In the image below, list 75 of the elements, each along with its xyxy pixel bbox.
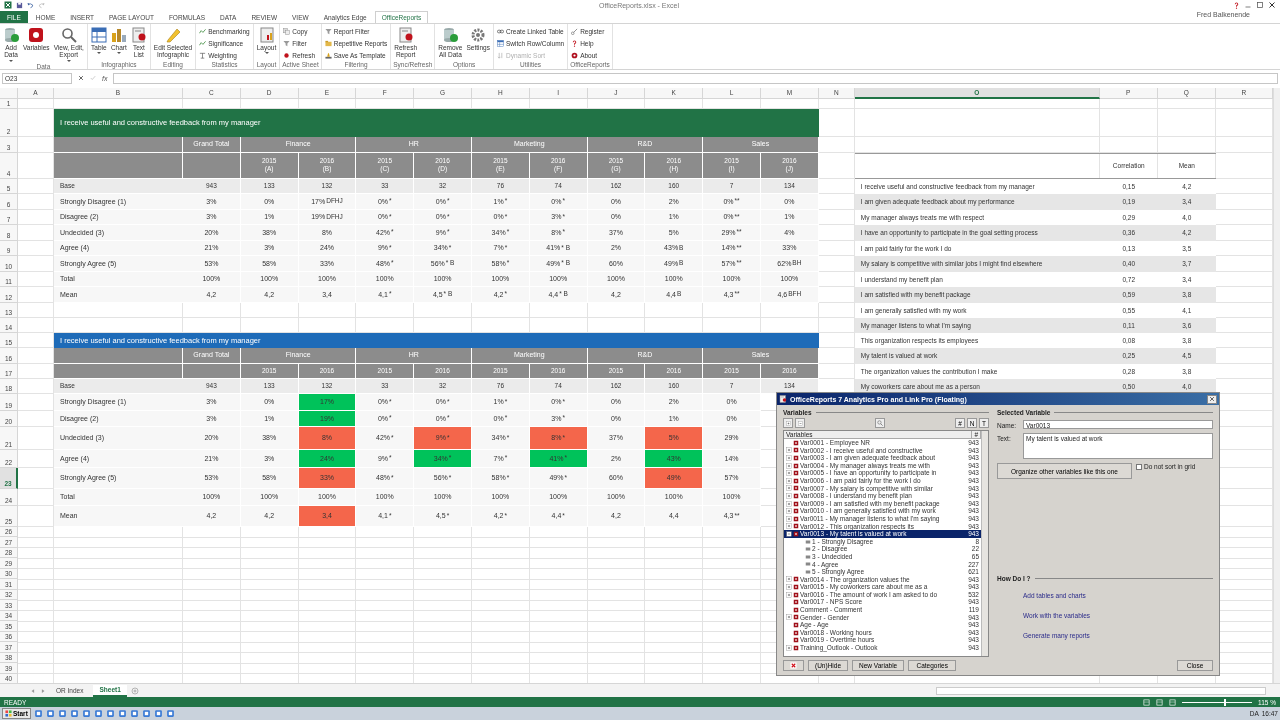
- database-icon: [442, 26, 459, 43]
- dot-icon: [283, 51, 291, 59]
- gear-icon: [470, 26, 487, 43]
- pencil-icon: [165, 26, 181, 43]
- plus-box-icon: [786, 614, 792, 621]
- help-icon: [1233, 2, 1240, 9]
- undo-icon: [27, 2, 34, 9]
- funnel-icon: [283, 39, 291, 47]
- app-icon: [45, 709, 55, 719]
- app-icon: [165, 709, 175, 719]
- scrollbar[interactable]: [1272, 87, 1280, 684]
- check-icon: [90, 75, 96, 82]
- scroll-right-icon: [40, 687, 46, 694]
- minus-box-icon: [797, 420, 803, 426]
- folder-icon: [324, 39, 332, 47]
- stamp-icon: [324, 51, 332, 59]
- redo-icon: [38, 2, 45, 9]
- sort-icon: [497, 51, 504, 59]
- collapse-all-button[interactable]: [795, 418, 805, 428]
- expand-all-button[interactable]: [783, 418, 793, 428]
- app-icon: [153, 709, 163, 719]
- view-break-icon: [1169, 698, 1177, 706]
- caret-icon: [66, 59, 71, 62]
- scroll-left-icon: [30, 687, 36, 694]
- copy-icon: [283, 27, 291, 35]
- plus-box-icon: [785, 420, 791, 426]
- delete-button[interactable]: [783, 660, 804, 671]
- close-icon: [1268, 1, 1276, 10]
- table-icon: [90, 26, 107, 43]
- caret-icon: [96, 52, 101, 55]
- link-icon: [497, 27, 504, 35]
- bar-chart-icon: [110, 26, 127, 43]
- plus-box-icon: [786, 644, 792, 651]
- app-icon: [33, 709, 43, 719]
- close-button[interactable]: [1207, 394, 1217, 404]
- app-icon: [129, 709, 139, 719]
- scrollbar[interactable]: [981, 431, 988, 656]
- close-icon: [78, 75, 84, 82]
- report-icon: [397, 26, 414, 43]
- funnel-icon: [324, 27, 332, 35]
- minus-box-icon: [786, 530, 792, 537]
- checkbox[interactable]: [1136, 463, 1142, 470]
- caret-icon: [9, 59, 13, 62]
- app-icon: [81, 709, 91, 719]
- app-icon: [141, 709, 151, 719]
- maximize-icon: [1256, 1, 1264, 10]
- formula-field[interactable]: [113, 72, 1278, 84]
- record-icon: [28, 26, 45, 43]
- app-icon: [105, 709, 115, 719]
- key-icon: [571, 27, 579, 35]
- database-icon: [3, 26, 19, 43]
- add-sheet-icon: [130, 686, 139, 695]
- app-icon: [69, 709, 79, 719]
- caret-icon: [116, 52, 121, 55]
- info-icon: [571, 51, 579, 59]
- caret-icon: [264, 52, 269, 55]
- app-icon: [57, 709, 67, 719]
- magnifier-icon: [60, 26, 77, 43]
- view-normal-icon: [1143, 698, 1151, 706]
- search-icon: [877, 420, 883, 426]
- report-icon: [779, 395, 787, 403]
- zoom-thumb[interactable]: [1224, 698, 1227, 706]
- table-icon: [497, 39, 504, 47]
- layout-icon: [258, 26, 275, 43]
- help-icon: [571, 39, 579, 47]
- search-button[interactable]: [875, 418, 885, 428]
- view-layout-icon: [1156, 698, 1164, 706]
- scrollbar[interactable]: [936, 686, 1266, 695]
- select-all-corner[interactable]: [0, 87, 18, 99]
- app-icon: [117, 709, 127, 719]
- windows-logo-icon: [5, 710, 12, 718]
- delete-icon: [790, 662, 797, 669]
- close-icon: [1209, 396, 1215, 402]
- app-icon: [93, 709, 103, 719]
- text-list-icon: [130, 26, 147, 43]
